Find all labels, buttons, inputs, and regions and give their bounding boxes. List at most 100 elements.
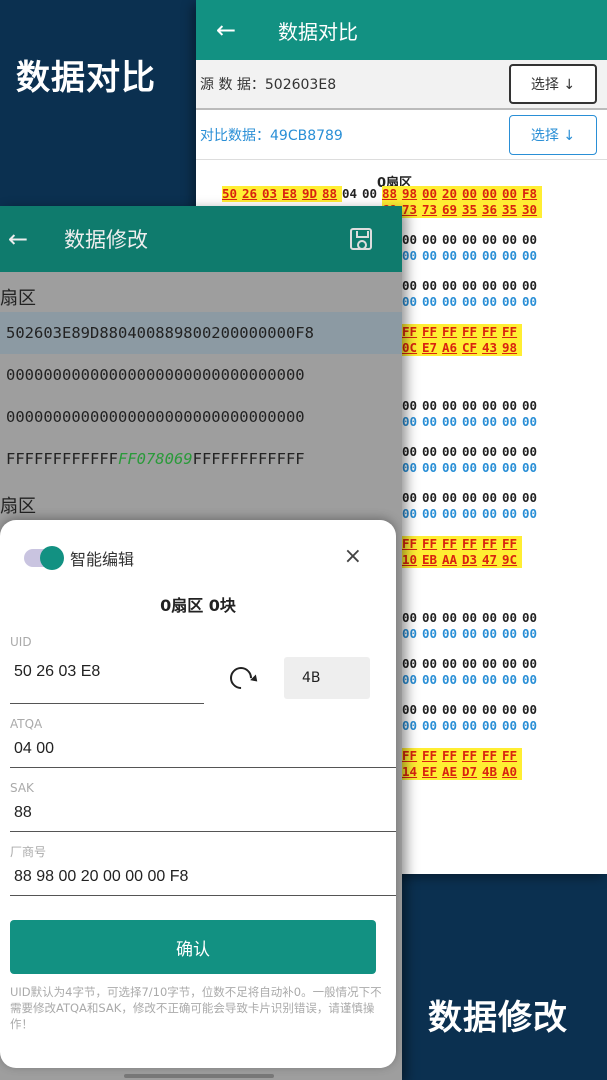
hex-byte: 00 xyxy=(422,460,438,475)
home-indicator[interactable] xyxy=(124,1074,274,1078)
hex-byte: FF xyxy=(422,536,442,552)
hex-byte: 00 xyxy=(502,656,518,671)
hex-byte: 00 xyxy=(482,672,498,687)
block-line[interactable]: 00000000000000000000000000000000 xyxy=(0,396,402,438)
hex-byte: 00 xyxy=(502,414,518,429)
trailer-block-line[interactable]: FFFFFFFFFFFFFF078069FFFFFFFFFFFF xyxy=(0,438,402,480)
hex-byte: 00 xyxy=(442,398,458,413)
hex-byte: 00 xyxy=(522,490,538,505)
hex-byte: 00 xyxy=(502,460,518,475)
source-data-row: 源 数 据：502603E8 选择 ↓ xyxy=(196,60,607,110)
hex-byte: 00 xyxy=(522,672,538,687)
hex-byte: 4B xyxy=(482,764,502,780)
hex-byte: 00 xyxy=(402,248,418,263)
hex-byte: A0 xyxy=(502,764,522,780)
hex-byte: 20 xyxy=(442,186,462,202)
hex-byte: 00 xyxy=(522,718,538,733)
hex-byte: 00 xyxy=(422,702,438,717)
hex-byte: 00 xyxy=(502,278,518,293)
source-hex-line: 50 26 03 E8 9D 88 04 00 88 98 00 20 00 00 00 F8 xyxy=(222,186,607,202)
hex-byte: 00 xyxy=(402,702,418,717)
hex-byte: 00 xyxy=(402,398,418,413)
arrow-left-icon[interactable]: ← xyxy=(0,225,36,253)
hex-byte: 30 xyxy=(522,202,542,218)
hex-byte: 00 xyxy=(462,656,478,671)
hex-byte: 00 xyxy=(522,506,538,521)
hex-byte: 00 xyxy=(442,414,458,429)
hex-byte: 00 xyxy=(362,186,378,201)
hex-byte: 00 xyxy=(442,490,458,505)
hex-byte: 00 xyxy=(422,718,438,733)
hex-byte: EB xyxy=(422,552,442,568)
hex-byte: EF xyxy=(422,764,442,780)
hex-byte: 00 xyxy=(442,248,458,263)
hex-byte: 00 xyxy=(402,718,418,733)
hex-byte: 00 xyxy=(482,398,498,413)
hex-byte: 00 xyxy=(462,248,478,263)
select-source-button[interactable]: 选择 ↓ xyxy=(509,64,597,104)
hex-byte: 00 xyxy=(502,672,518,687)
promo-title-edit: 数据修改 xyxy=(428,998,568,1038)
hex-byte: D7 xyxy=(462,764,482,780)
vendor-input[interactable]: 88 98 00 20 00 00 00 F8 xyxy=(10,862,396,896)
hex-byte: 00 xyxy=(482,702,498,717)
promo-title-compare: 数据对比 xyxy=(16,58,156,98)
arrow-left-icon[interactable]: ← xyxy=(196,16,256,44)
hex-byte: 00 xyxy=(462,186,482,202)
sector-title: 0扇区 xyxy=(376,176,413,191)
hex-byte: 00 xyxy=(462,398,478,413)
smart-edit-toggle[interactable] xyxy=(24,546,64,570)
uid-input[interactable]: 50 26 03 E8 xyxy=(10,652,204,704)
hex-byte: 00 xyxy=(402,490,418,505)
hex-byte: 00 xyxy=(462,702,478,717)
hex-byte: 00 xyxy=(482,718,498,733)
hex-byte: 00 xyxy=(402,294,418,309)
compare-appbar: ← 数据对比 xyxy=(196,0,607,60)
hex-byte: F8 xyxy=(522,186,542,202)
hex-byte: 69 xyxy=(442,202,462,218)
sak-input[interactable]: 88 xyxy=(10,798,396,832)
select-compare-button[interactable]: 选择 ↓ xyxy=(509,114,597,155)
hex-byte: 00 xyxy=(422,610,438,625)
close-icon[interactable]: × xyxy=(344,544,362,569)
source-data-label: 源 数 据：502603E8 xyxy=(200,77,337,93)
hex-byte: 00 xyxy=(482,294,498,309)
edit-appbar: ← 数据修改 xyxy=(0,206,402,272)
edit-title: 数据修改 xyxy=(64,228,148,252)
vendor-label: 厂商号 xyxy=(10,845,47,859)
hex-byte: 00 xyxy=(462,626,478,641)
hex-byte: 00 xyxy=(482,278,498,293)
confirm-button[interactable]: 确认 xyxy=(10,920,376,974)
hex-byte: FF xyxy=(482,748,502,764)
hex-byte: FF xyxy=(482,324,502,340)
dialog-title: 0扇区 0块 xyxy=(160,596,236,615)
hex-byte: 00 xyxy=(522,294,538,309)
hex-byte: FF xyxy=(502,536,522,552)
hex-byte: 00 xyxy=(502,444,518,459)
hex-byte: 00 xyxy=(422,656,438,671)
hex-byte: 00 xyxy=(502,702,518,717)
block-line[interactable]: 00000000000000000000000000000000 xyxy=(0,354,402,396)
compare-data-row: 对比数据：49CB8789 选择 ↓ xyxy=(196,110,607,160)
hex-byte: FF xyxy=(462,324,482,340)
hex-byte: FF xyxy=(402,324,422,340)
hex-byte: 00 xyxy=(422,490,438,505)
hex-byte: 00 xyxy=(482,186,502,202)
refresh-icon[interactable] xyxy=(225,662,257,694)
hex-byte: 00 xyxy=(522,610,538,625)
hex-byte: 00 xyxy=(402,460,418,475)
hex-byte: 00 xyxy=(422,414,438,429)
hex-byte: 00 xyxy=(502,232,518,247)
uid-length-select[interactable]: 4B xyxy=(284,657,370,699)
smart-edit-dialog: 智能编辑 × 0扇区 0块 UID 50 26 03 E8 4B ATQA 04… xyxy=(0,520,396,1068)
atqa-input[interactable]: 04 00 xyxy=(10,734,396,768)
hex-byte: 00 xyxy=(482,656,498,671)
hex-byte: 00 xyxy=(422,506,438,521)
hex-byte: 00 xyxy=(402,656,418,671)
block-line[interactable]: 502603E89D880400889800200000000F8 xyxy=(0,312,402,354)
hex-byte: 00 xyxy=(422,294,438,309)
hex-byte: 00 xyxy=(442,626,458,641)
hex-byte: 00 xyxy=(502,718,518,733)
hex-byte: 00 xyxy=(482,414,498,429)
save-icon[interactable] xyxy=(350,228,372,250)
